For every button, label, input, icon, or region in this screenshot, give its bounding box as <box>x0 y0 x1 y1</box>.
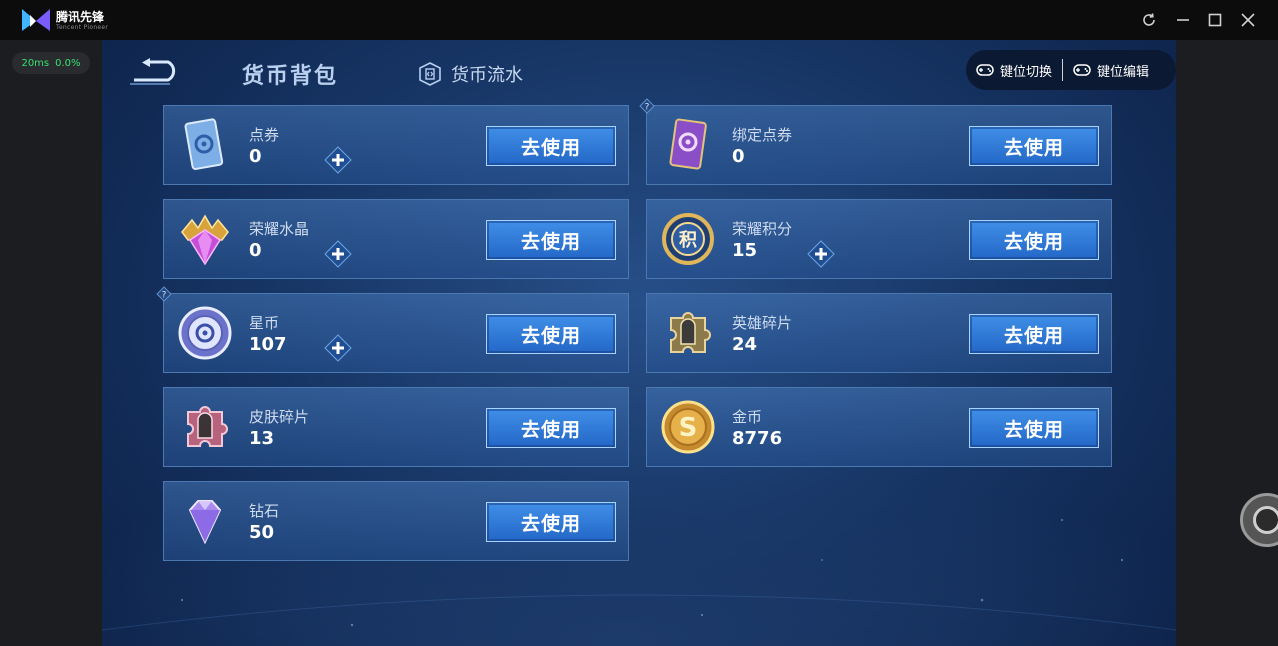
refresh-button[interactable] <box>1139 10 1159 30</box>
currency-label: 皮肤碎片 <box>249 408 310 426</box>
keymap-switch-label: 键位切换 <box>1000 64 1053 80</box>
use-button[interactable]: 去使用 <box>486 220 616 260</box>
app-brand-name: 腾讯先锋 <box>56 10 105 24</box>
currency-card-honor-crystal: 荣耀水晶 0 去使用 <box>163 199 629 279</box>
currency-amount: 0 <box>732 146 745 167</box>
currency-label: 星币 <box>249 314 280 332</box>
svg-text:S: S <box>679 413 698 443</box>
maximize-button[interactable] <box>1205 10 1225 30</box>
back-button[interactable] <box>130 58 184 88</box>
flow-card-icon <box>419 62 441 86</box>
honor-points-coin-icon: 积 <box>662 213 714 265</box>
honor-crystal-icon <box>181 214 229 266</box>
currency-label: 绑定点券 <box>732 126 793 144</box>
left-sidebar <box>0 40 102 646</box>
recharge-plus-button[interactable] <box>324 334 352 362</box>
maximize-icon <box>1208 13 1222 27</box>
game-viewport: 货币背包 货币流水 键位切换 键位编辑 点券 0 去使用 ? 绑定点券 0 去使… <box>102 40 1176 646</box>
currency-card-diamond: 钻石 50 去使用 <box>163 481 629 561</box>
hero-fragment-puzzle-icon <box>670 312 711 353</box>
skin-fragment-puzzle-icon <box>187 406 228 447</box>
currency-label: 荣耀积分 <box>732 220 793 238</box>
use-button[interactable]: 去使用 <box>969 126 1099 166</box>
keymap-toolbar: 键位切换 键位编辑 <box>966 50 1176 90</box>
minimize-icon <box>1177 19 1189 21</box>
recharge-plus-button[interactable] <box>324 240 352 268</box>
currency-label: 金币 <box>732 408 763 426</box>
currency-card-hero-fragment: 英雄碎片 24 去使用 <box>646 293 1112 373</box>
keymap-edit-label: 键位编辑 <box>1097 64 1150 80</box>
currency-amount: 13 <box>249 428 275 449</box>
app-brand-subtitle: Tencent Pioneer <box>56 24 109 31</box>
use-button[interactable]: 去使用 <box>486 408 616 448</box>
bound-coupon-card-icon <box>669 118 707 170</box>
currency-amount: 50 <box>249 522 275 543</box>
currency-label: 钻石 <box>249 502 280 520</box>
use-button[interactable]: 去使用 <box>486 126 616 166</box>
minimize-button[interactable] <box>1173 10 1193 30</box>
ping-value: 20ms <box>21 57 50 69</box>
use-button[interactable]: 去使用 <box>969 220 1099 260</box>
currency-amount: 0 <box>249 240 262 261</box>
keymap-divider <box>1062 59 1064 81</box>
currency-card-bound-coupon: ? 绑定点券 0 去使用 <box>639 98 1112 185</box>
keymap-switch-button[interactable]: 键位切换 <box>966 50 1062 90</box>
gold-coin-icon: S <box>661 400 715 454</box>
use-button[interactable]: 去使用 <box>969 314 1099 354</box>
coupon-card-icon <box>184 118 224 170</box>
close-button[interactable] <box>1238 10 1258 30</box>
currency-label: 点券 <box>249 126 280 144</box>
help-icon[interactable]: ? <box>639 98 655 114</box>
svg-text:?: ? <box>645 103 650 113</box>
use-button[interactable]: 去使用 <box>969 408 1099 448</box>
performance-indicator: 20ms 0.0% <box>12 52 90 74</box>
star-coin-icon <box>178 306 232 360</box>
gamepad-icon <box>1073 64 1091 76</box>
currency-card-honor-points: 积 荣耀积分 15 去使用 <box>646 199 1112 279</box>
title-bar: 腾讯先锋 Tencent Pioneer <box>0 0 1278 40</box>
refresh-icon <box>1143 13 1155 26</box>
recharge-plus-button[interactable] <box>807 240 835 268</box>
currency-card-skin-fragment: 皮肤碎片 13 去使用 <box>163 387 629 467</box>
currency-card-coupon: 点券 0 去使用 <box>163 105 629 185</box>
right-sidebar <box>1176 40 1278 646</box>
floating-assist-icon <box>1253 506 1278 534</box>
currency-label: 英雄碎片 <box>732 314 793 332</box>
currency-amount: 8776 <box>732 428 783 449</box>
currency-amount: 24 <box>732 334 758 355</box>
diamond-icon <box>188 500 222 545</box>
app-logo-icon <box>22 9 50 31</box>
use-button[interactable]: 去使用 <box>486 502 616 542</box>
tab-currency-flow-label: 货币流水 <box>451 65 523 86</box>
tab-currency-flow[interactable]: 货币流水 <box>417 60 523 88</box>
svg-text:?: ? <box>162 291 167 301</box>
close-icon <box>1241 13 1255 27</box>
currency-amount: 15 <box>732 240 758 261</box>
recharge-plus-button[interactable] <box>324 146 352 174</box>
currency-card-gold-coin: S 金币 8776 去使用 <box>646 387 1112 467</box>
use-button[interactable]: 去使用 <box>486 314 616 354</box>
keymap-edit-button[interactable]: 键位编辑 <box>1063 50 1159 90</box>
currency-amount: 0 <box>249 146 262 167</box>
currency-amount: 107 <box>249 334 287 355</box>
currency-card-star-coin: ? 星币 107 去使用 <box>156 286 629 373</box>
help-icon[interactable]: ? <box>156 286 172 302</box>
gamepad-icon <box>976 64 994 76</box>
tab-currency-bag[interactable]: 货币背包 <box>242 58 338 90</box>
currency-label: 荣耀水晶 <box>249 220 310 238</box>
packet-loss-value: 0.0% <box>55 57 81 69</box>
svg-text:积: 积 <box>679 230 697 251</box>
